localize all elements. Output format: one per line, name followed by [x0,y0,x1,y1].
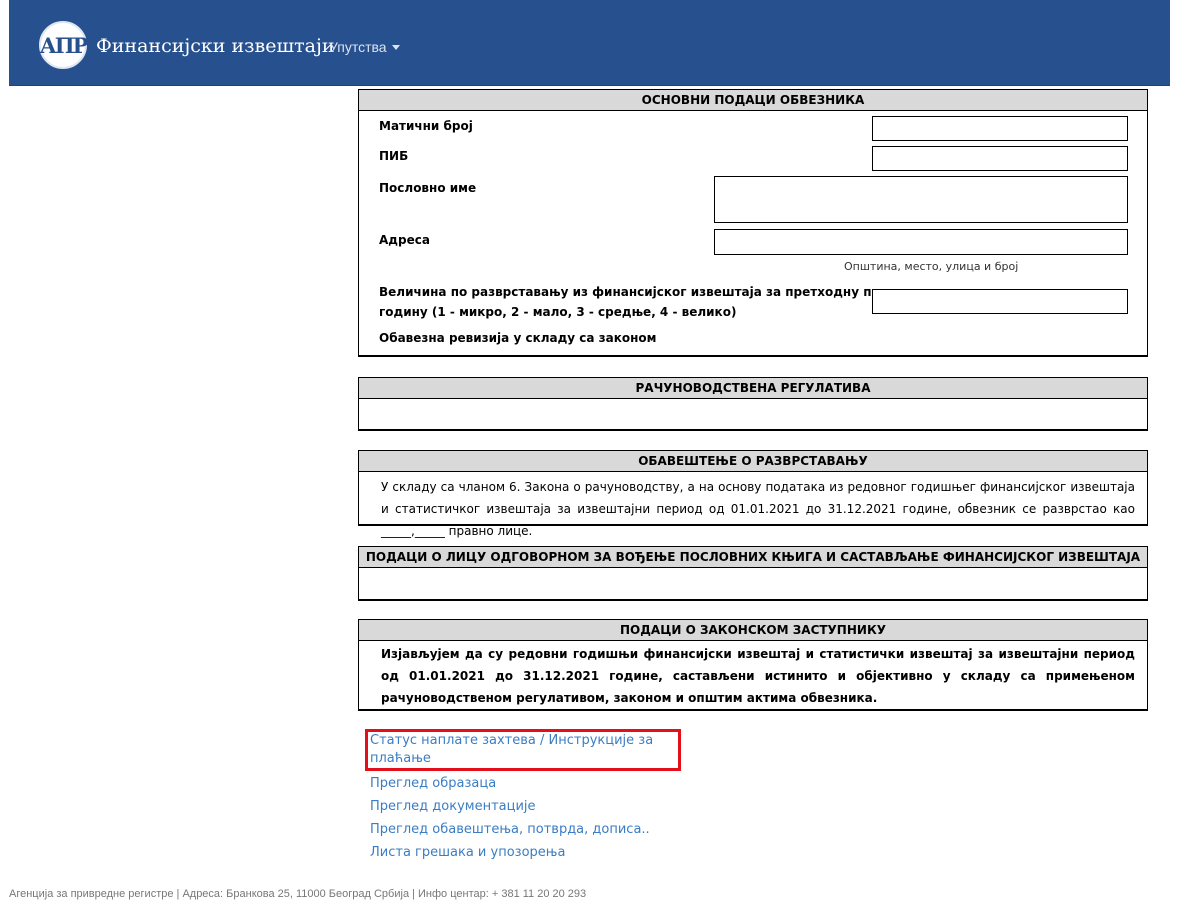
caret-down-icon [391,45,400,50]
size-label-line2: годину (1 - микро, 2 - мало, 3 - средње,… [379,305,737,319]
registration-number-label: Матични број [379,119,473,133]
legal-representative-section: ПОДАЦИ О ЗАКОНСКОМ ЗАСТУПНИКУ Изјављујем… [358,619,1148,711]
accounting-regulation-title: РАЧУНОВОДСТВЕНА РЕГУЛАТИВА [359,378,1147,399]
business-name-label: Пословно име [379,181,477,195]
top-navbar: АПР Финансијски извештаји Упутства [9,0,1170,86]
apr-logo[interactable]: АПР [39,21,88,69]
business-name-field[interactable] [714,176,1128,223]
size-label-line1: Величина по разврставању из финансијског… [379,285,928,299]
address-caption: Општина, место, улица и број [844,260,1019,273]
brand-title[interactable]: Финансијски извештаји [96,35,335,57]
accounting-regulation-section: РАЧУНОВОДСТВЕНА РЕГУЛАТИВА [358,377,1148,431]
bookkeeper-section: ПОДАЦИ О ЛИЦУ ОДГОВОРНОМ ЗА ВОЂЕЊЕ ПОСЛО… [358,546,1148,601]
address-label: Адреса [379,233,430,247]
notices-overview-link[interactable]: Преглед обавештења, потврда, дописа.. [368,818,678,841]
instructions-menu-label: Упутства [329,39,387,55]
address-field[interactable] [714,229,1128,255]
registration-number-field[interactable] [872,116,1128,141]
legal-representative-text: Изјављујем да су редовни годишњи финанси… [381,647,1135,705]
audit-label: Обавезна ревизија у складу са законом [379,331,657,345]
classification-notice-title: ОБАВЕШТЕЊЕ О РАЗВРСТАВАЊУ [359,451,1147,472]
bookkeeper-title: ПОДАЦИ О ЛИЦУ ОДГОВОРНОМ ЗА ВОЂЕЊЕ ПОСЛО… [359,547,1147,568]
pib-label: ПИБ [379,149,409,163]
size-field[interactable] [872,289,1128,314]
errors-warnings-link[interactable]: Листа грешака и упозорења [368,841,678,864]
forms-overview-link[interactable]: Преглед образаца [368,772,678,795]
classification-notice-text: У складу са чланом 6. Закона о рачуновод… [381,480,1135,538]
basic-data-section: ОСНОВНИ ПОДАЦИ ОБВЕЗНИКА Матични број ПИ… [358,89,1148,357]
payment-status-link[interactable]: Статус наплате захтева / Инструкције за … [365,729,681,771]
action-links: Статус наплате захтева / Инструкције за … [365,729,681,864]
instructions-menu[interactable]: Упутства [329,39,400,55]
pib-field[interactable] [872,146,1128,171]
basic-data-title: ОСНОВНИ ПОДАЦИ ОБВЕЗНИКА [359,90,1147,111]
page-footer: Агенција за привредне регистре | Адреса:… [9,888,587,900]
classification-notice-section: ОБАВЕШТЕЊЕ О РАЗВРСТАВАЊУ У складу са чл… [358,450,1148,538]
documentation-overview-link[interactable]: Преглед документације [368,795,678,818]
legal-representative-title: ПОДАЦИ О ЗАКОНСКОМ ЗАСТУПНИКУ [359,620,1147,641]
